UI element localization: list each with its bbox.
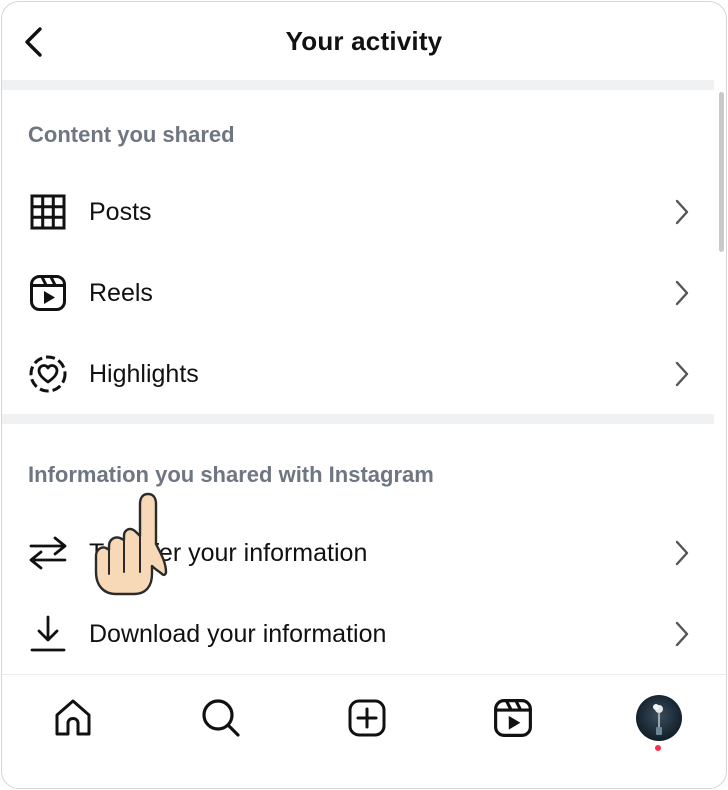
search-icon [202, 699, 240, 737]
reels-icon [494, 699, 532, 737]
section-label-content-shared: Content you shared [28, 122, 235, 147]
row-label: Posts [89, 197, 152, 226]
download-icon [27, 613, 69, 655]
app-screen: Your activity Content you shared Posts R… [1, 1, 727, 789]
chevron-right-icon [675, 280, 689, 306]
page-title: Your activity [285, 26, 443, 56]
row-highlights[interactable]: Highlights [2, 342, 714, 406]
notification-dot [655, 745, 661, 751]
chevron-right-icon [675, 199, 689, 225]
reels-icon [27, 272, 69, 314]
section-label-information-shared: Information you shared with Instagram [28, 462, 434, 487]
home-icon [55, 699, 91, 736]
chevron-right-icon [675, 361, 689, 387]
row-reels[interactable]: Reels [2, 261, 714, 325]
row-label: Highlights [89, 359, 199, 388]
scrollbar[interactable] [719, 92, 724, 252]
header-divider [2, 80, 714, 90]
nav-profile-button[interactable] [634, 693, 684, 743]
row-transfer-information[interactable]: Transfer your information [2, 521, 714, 585]
section-divider [2, 414, 714, 424]
bottom-nav [2, 674, 726, 788]
nav-reels-button[interactable] [488, 693, 538, 743]
nav-search-button[interactable] [196, 693, 246, 743]
transfer-arrows-icon [27, 532, 69, 574]
nav-home-button[interactable] [48, 693, 98, 743]
create-post-icon [348, 699, 386, 737]
row-label: Reels [89, 278, 153, 307]
chevron-right-icon [675, 540, 689, 566]
highlights-icon [27, 353, 69, 395]
header: Your activity [2, 2, 726, 82]
row-label: Transfer your information [89, 538, 368, 567]
row-download-information[interactable]: Download your information [2, 602, 714, 666]
row-posts[interactable]: Posts [2, 180, 714, 244]
row-label: Download your information [89, 619, 387, 648]
grid-icon [27, 191, 69, 233]
profile-avatar [636, 695, 682, 741]
nav-create-button[interactable] [342, 693, 392, 743]
chevron-right-icon [675, 621, 689, 647]
